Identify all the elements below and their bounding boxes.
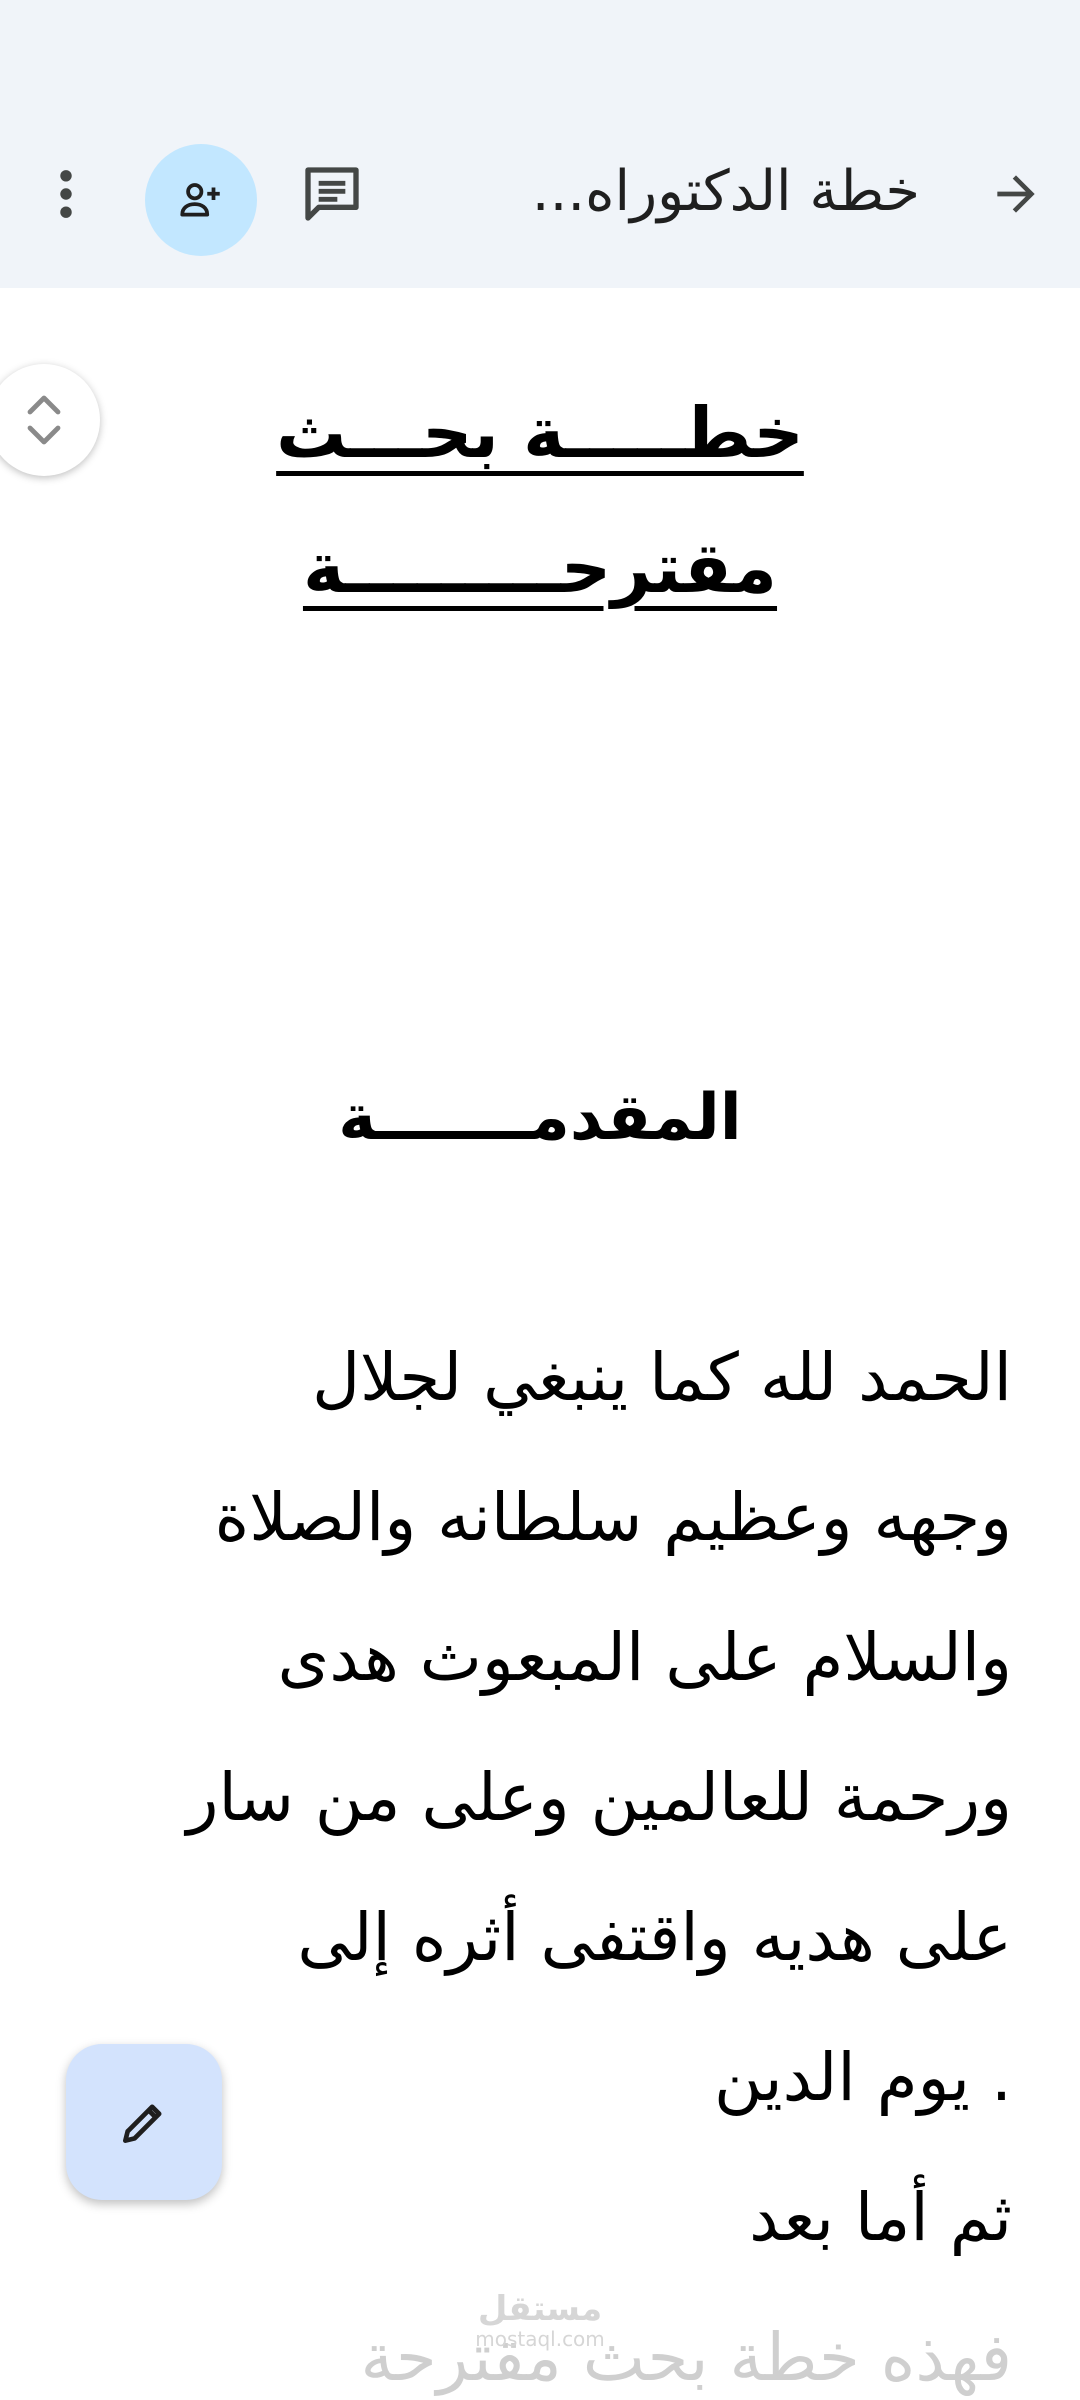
- title-text-2: مقترحـــــــــة: [302, 527, 778, 609]
- comments-button[interactable]: [296, 158, 368, 230]
- body-line: ورحمة للعالمين وعلى من سار: [186, 1759, 1012, 1836]
- body-line: على هديه واقتفى أثره إلى: [297, 1899, 1012, 1976]
- document-body: الحمد لله كما ينبغي لجلال وجهه وعظيم سلط…: [52, 1308, 1012, 2400]
- person-add-icon: [180, 183, 220, 217]
- docs-viewer: خطة الدكتوراه... خطـــــة بحـــث مقترحــ…: [0, 0, 1080, 2400]
- edit-button[interactable]: [66, 2044, 222, 2200]
- share-button[interactable]: [145, 144, 257, 256]
- body-line: وجهه وعظيم سلطانه والصلاة: [214, 1479, 1012, 1556]
- body-line: الحمد لله كما ينبغي لجلال: [312, 1339, 1012, 1416]
- section-heading: المقدمـــــــة: [338, 1081, 742, 1155]
- chevron-up-down-icon: [27, 395, 61, 445]
- more-options-button[interactable]: [36, 158, 96, 230]
- watermark: مستقل mostaql.com: [470, 2290, 610, 2350]
- watermark-arabic: مستقل: [477, 2289, 603, 2329]
- title-text-1: خطـــــة بحـــث: [276, 392, 804, 474]
- top-app-bar: خطة الدكتوراه...: [0, 0, 1080, 288]
- watermark-latin: mostaql.com: [475, 2327, 605, 2351]
- back-button[interactable]: [980, 158, 1052, 230]
- body-line: والسلام على المبعوث هدى: [277, 1619, 1012, 1696]
- arrow-forward-icon: [997, 175, 1035, 213]
- document-title-line-1: خطـــــة بحـــث: [0, 383, 1080, 483]
- document-title[interactable]: خطة الدكتوراه...: [420, 150, 920, 234]
- comment-icon: [305, 167, 359, 221]
- more-vertical-icon: [60, 170, 72, 218]
- document-title-line-2: مقترحـــــــــة: [0, 518, 1080, 618]
- edit-pencil-icon: [123, 2104, 162, 2143]
